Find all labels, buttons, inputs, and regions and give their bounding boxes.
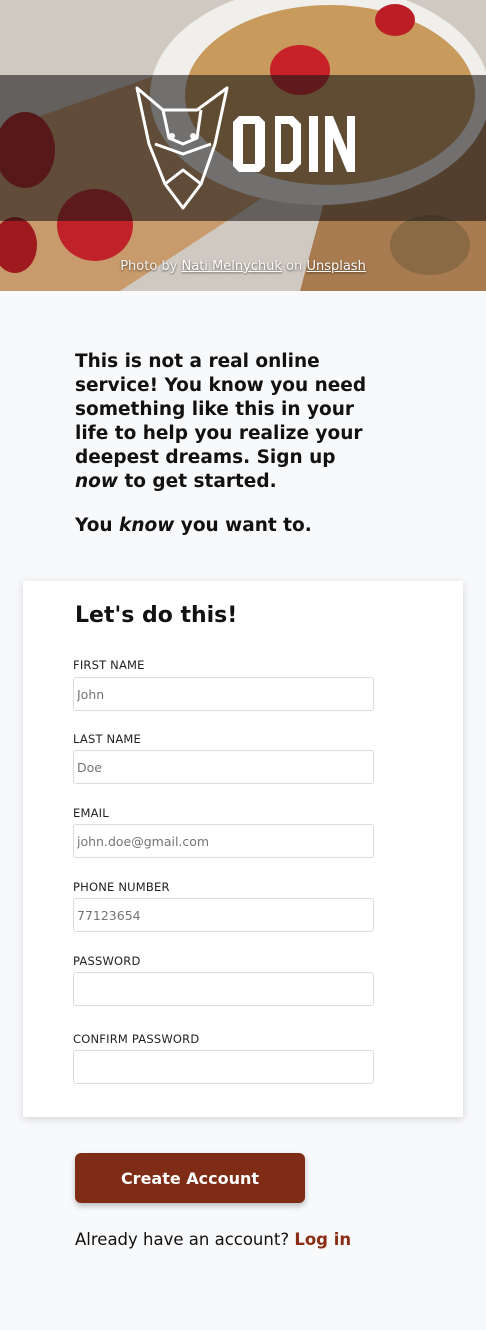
credit-site-link[interactable]: Unsplash	[306, 259, 365, 274]
hero-banner: Photo by Nati Melnychuk on Unsplash	[0, 0, 486, 291]
intro-text: This is not a real online service! You k…	[75, 350, 375, 558]
credit-prefix: Photo by	[120, 259, 178, 274]
email-field[interactable]	[73, 824, 374, 858]
first-name-field[interactable]	[73, 677, 374, 711]
password-field[interactable]	[73, 972, 374, 1006]
odin-logo-icon	[135, 86, 355, 210]
phone-number-field[interactable]	[73, 898, 374, 932]
signup-form-card: Let's do this! FIRST NAME LAST NAME EMAI…	[23, 581, 463, 1117]
login-prompt-text: Already have an account?	[75, 1230, 290, 1249]
intro-emphasis-know: know	[119, 515, 175, 536]
phone-number-label: PHONE NUMBER	[73, 880, 170, 894]
photo-credit: Photo by Nati Melnychuk on Unsplash	[0, 259, 486, 274]
intro-paragraph-2: You know you want to.	[75, 514, 375, 538]
login-link[interactable]: Log in	[294, 1230, 351, 1249]
create-account-button[interactable]: Create Account	[75, 1153, 305, 1203]
credit-author-link[interactable]: Nati Melnychuk	[182, 259, 282, 274]
form-title: Let's do this!	[75, 603, 238, 628]
confirm-password-field[interactable]	[73, 1050, 374, 1084]
intro-emphasis-now: now	[75, 471, 118, 492]
credit-mid: on	[286, 259, 303, 274]
password-label: PASSWORD	[73, 954, 141, 968]
intro2-text-part1: You	[75, 515, 113, 536]
last-name-label: LAST NAME	[73, 732, 141, 746]
intro-text-part1: This is not a real online service! You k…	[75, 351, 367, 468]
confirm-password-label: CONFIRM PASSWORD	[73, 1032, 200, 1046]
intro-text-part2: to get started.	[124, 471, 277, 492]
login-prompt-row: Already have an account? Log in	[75, 1230, 351, 1249]
first-name-label: FIRST NAME	[73, 658, 145, 672]
last-name-field[interactable]	[73, 750, 374, 784]
intro2-text-part2: you want to.	[180, 515, 312, 536]
email-label: EMAIL	[73, 806, 109, 820]
intro-paragraph-1: This is not a real online service! You k…	[75, 350, 375, 494]
